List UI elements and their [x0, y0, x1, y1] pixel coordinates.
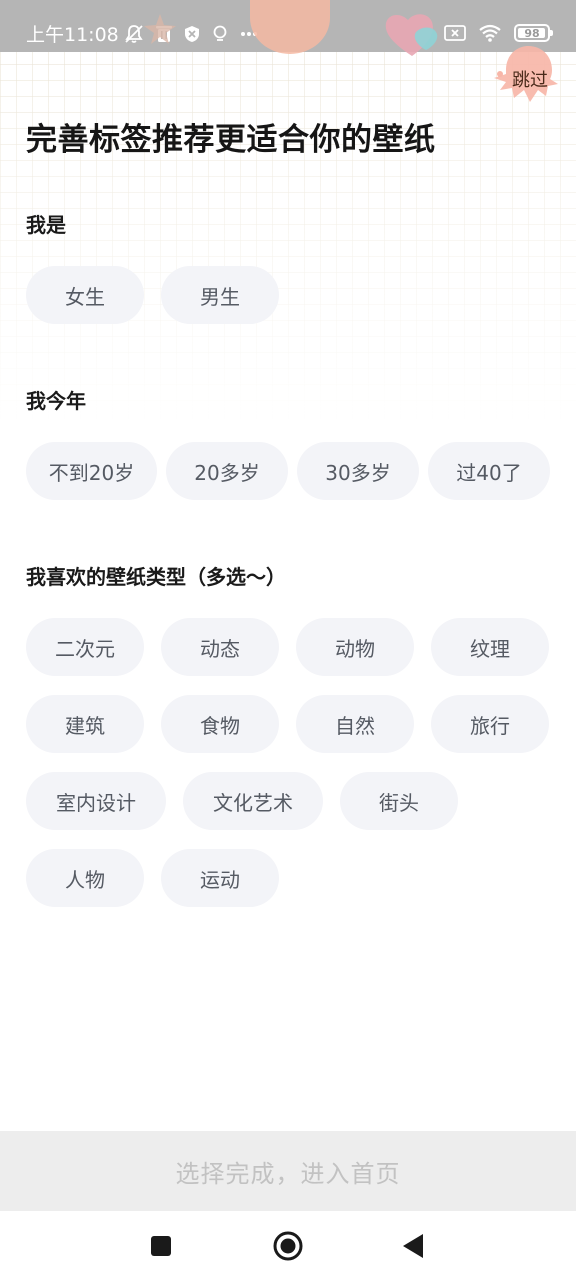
type-options-row-2: 建筑 食物 自然 旅行	[26, 695, 549, 753]
section-title-types: 我喜欢的壁纸类型（多选～）	[26, 565, 286, 589]
type-options-row-3: 室内设计 文化艺术 街头	[26, 772, 458, 830]
option-chip-30s[interactable]: 30多岁	[297, 442, 419, 500]
type-options-row-1: 二次元 动态 动物 纹理	[26, 618, 549, 676]
home-icon	[273, 1231, 303, 1261]
option-chip-20s[interactable]: 20多岁	[166, 442, 288, 500]
skip-button[interactable]: 跳过	[490, 44, 562, 106]
option-chip-architecture[interactable]: 建筑	[26, 695, 144, 753]
back-icon	[403, 1234, 423, 1258]
section-title-gender: 我是	[26, 213, 66, 237]
option-chip-nature[interactable]: 自然	[296, 695, 414, 753]
option-chip-under-20[interactable]: 不到20岁	[26, 442, 157, 500]
status-icons-right: 98	[444, 24, 553, 42]
recent-apps-button[interactable]	[144, 1229, 178, 1263]
option-chip-male[interactable]: 男生	[161, 266, 279, 324]
option-chip-street[interactable]: 街头	[340, 772, 458, 830]
wifi-icon	[478, 24, 502, 42]
option-chip-travel[interactable]: 旅行	[431, 695, 549, 753]
option-chip-sports[interactable]: 运动	[161, 849, 279, 907]
home-button[interactable]	[271, 1229, 305, 1263]
sim-off-icon	[444, 24, 466, 42]
page-title: 完善标签推荐更适合你的壁纸	[26, 122, 436, 158]
option-chip-food[interactable]: 食物	[161, 695, 279, 753]
shield-icon	[184, 25, 200, 43]
skip-label: 跳过	[512, 70, 548, 91]
system-nav-bar	[0, 1211, 576, 1280]
decorative-star-icon	[142, 12, 178, 50]
status-time: 上午11:08	[26, 24, 119, 46]
option-chip-people[interactable]: 人物	[26, 849, 144, 907]
option-chip-animals[interactable]: 动物	[296, 618, 414, 676]
type-options-row-4: 人物 运动	[26, 849, 279, 907]
back-button[interactable]	[396, 1229, 430, 1263]
gender-options: 女生 男生	[26, 266, 279, 324]
section-title-age: 我今年	[26, 389, 86, 413]
recent-apps-icon	[151, 1236, 171, 1256]
battery-text: 98	[524, 26, 540, 40]
option-chip-anime[interactable]: 二次元	[26, 618, 144, 676]
option-chip-dynamic[interactable]: 动态	[161, 618, 279, 676]
confirm-button[interactable]: 选择完成，进入首页	[0, 1131, 576, 1211]
option-chip-over-40[interactable]: 过40了	[428, 442, 550, 500]
bell-off-icon	[124, 24, 144, 44]
option-chip-texture[interactable]: 纹理	[431, 618, 549, 676]
battery-icon: 98	[514, 24, 553, 42]
decorative-heart-icon	[382, 10, 446, 64]
option-chip-interior-design[interactable]: 室内设计	[26, 772, 166, 830]
option-chip-female[interactable]: 女生	[26, 266, 144, 324]
option-chip-culture-art[interactable]: 文化艺术	[183, 772, 323, 830]
location-icon	[212, 25, 228, 43]
age-options: 不到20岁 20多岁 30多岁 过40了	[26, 442, 550, 500]
